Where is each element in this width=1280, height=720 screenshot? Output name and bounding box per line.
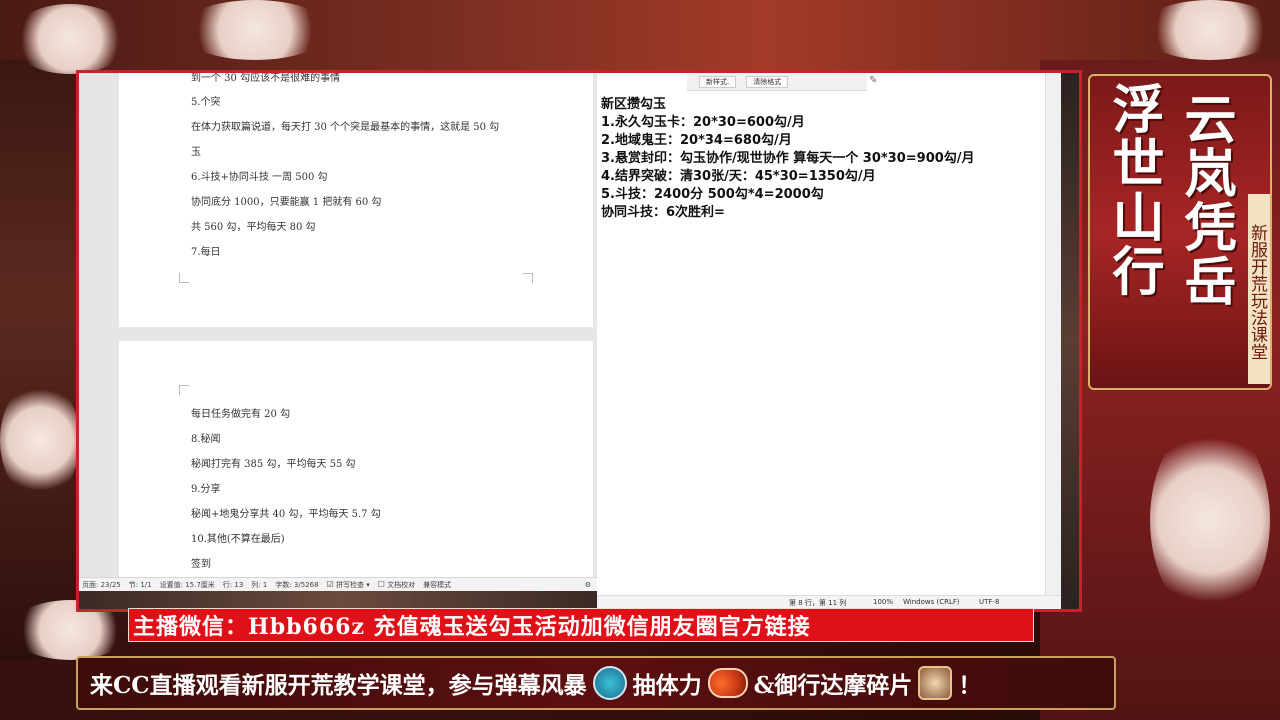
danmaku-storm-icon: [592, 666, 627, 700]
setting-indicator[interactable]: 设置值: 15.7厘米: [160, 580, 215, 590]
line-indicator[interactable]: 行: 13: [223, 580, 244, 590]
doc-line: 共 560 勾，平均每天 80 勾: [191, 222, 316, 233]
note-line: 2.地域鬼王：20*34=680勾/月: [601, 133, 792, 148]
game-ui-strip: [1061, 73, 1079, 609]
doc-line: 9.分享: [191, 484, 221, 495]
settings-gear-icon[interactable]: ⚙: [585, 581, 591, 589]
promo-text: 来CC直播观看新服开荒教学课堂，参与弹幕风暴: [90, 672, 587, 699]
doc-line: 10.其他(不算在最后): [191, 534, 285, 545]
blossom-decoration: [0, 380, 80, 500]
document-page[interactable]: 每日任务做完有 20 勾 8.秘闻 秘闻打完有 385 勾，平均每天 55 勾 …: [119, 341, 593, 577]
compat-mode-label: 兼容模式: [423, 580, 452, 589]
promo-text: &御行达摩碎片: [753, 672, 913, 699]
line-ending: Windows (CRLF): [903, 598, 960, 606]
doc-line: 秘闻+地鬼分享共 40 勾，平均每天 5.7 勾: [191, 509, 381, 520]
logo-title-left: 浮世山行: [1103, 82, 1164, 298]
daruma-icon: [918, 666, 953, 700]
doc-line: 到一个 30 勾应该不是很难的事情: [191, 73, 341, 84]
notepad-editor: 新样式. 清除格式 ✎ 新区攒勾玉 1.永久勾玉卡：20*30=600勾/月 2…: [597, 73, 1079, 609]
document-check-icon: ☐: [377, 579, 385, 589]
promo-text: ！: [958, 672, 982, 699]
doc-line: 每日任务做完有 20 勾: [191, 409, 291, 420]
logo-subtitle: 新服开荒玩法课堂: [1247, 194, 1270, 384]
spellcheck-button[interactable]: ☑ 拼写检查 ▾: [327, 580, 370, 590]
checkbox-icon: ☑: [326, 579, 334, 589]
spellcheck-label: 拼写检查: [335, 580, 364, 589]
document-status-bar: 页面: 23/25 节: 1/1 设置值: 15.7厘米 行: 13 列: 1 …: [79, 577, 597, 591]
cursor-position: 第 8 行，第 11 列: [789, 599, 847, 607]
document-editor: 到一个 30 勾应该不是很难的事情 5.个突 在体力获取篇说道，每天打 30 个…: [79, 73, 597, 609]
blossom-decoration: [10, 4, 130, 74]
margin-mark: [179, 273, 189, 283]
doc-line: 玉: [191, 147, 201, 158]
note-line: 新区攒勾玉: [601, 97, 667, 112]
doc-line: 5.个突: [191, 97, 221, 108]
zoom-level: 100%: [873, 598, 894, 606]
logo-title-right: 云岚凭岳: [1175, 92, 1236, 308]
doc-line: 8.秘闻: [191, 434, 221, 445]
sushi-icon: [707, 668, 748, 698]
section-indicator[interactable]: 节: 1/1: [129, 580, 152, 590]
notepad-text-area[interactable]: 新区攒勾玉 1.永久勾玉卡：20*30=600勾/月 2.地域鬼王：20*34=…: [597, 91, 1045, 595]
note-line: 3.悬赏封印：勾玉协作/现世协作 算每天一个 30*30=900勾/月: [601, 151, 975, 166]
encoding: UTF-8: [979, 598, 1000, 606]
blossom-decoration: [180, 0, 330, 60]
page-indicator[interactable]: 页面: 23/25: [82, 580, 121, 590]
doc-line: 秘闻打完有 385 勾，平均每天 55 勾: [191, 459, 356, 470]
notepad-status-bar: 第 8 行，第 11 列 100% Windows (CRLF) UTF-8: [597, 595, 1061, 609]
doc-line: 协同底分 1000，只要能赢 1 把就有 60 勾: [191, 197, 382, 208]
new-style-button[interactable]: 新样式.: [699, 75, 737, 88]
proof-label: 文档校对: [387, 580, 416, 589]
screen-capture-frame: 到一个 30 勾应该不是很难的事情 5.个突 在体力获取篇说道，每天打 30 个…: [76, 70, 1082, 612]
margin-mark: [523, 273, 533, 283]
promo-text: 抽体力: [632, 672, 702, 699]
background-left-art: [0, 60, 80, 660]
clear-format-button[interactable]: 清除格式: [746, 75, 789, 88]
doc-line: 签到: [191, 559, 211, 570]
word-count[interactable]: 字数: 3/5268: [275, 580, 318, 590]
vertical-scrollbar[interactable]: [1045, 73, 1061, 595]
style-ribbon: 新样式. 清除格式: [687, 73, 867, 91]
note-line: 4.结界突破：清30张/天：45*30=1350勾/月: [601, 169, 876, 184]
proof-button[interactable]: ☐ 文档校对: [378, 580, 415, 590]
wechat-banner-text: 主播微信：Hbb666z 充值魂玉送勾玉活动加微信朋友圈官方链接: [133, 614, 811, 640]
column-indicator[interactable]: 列: 1: [251, 580, 267, 590]
margin-mark: [179, 385, 189, 395]
game-ui-strip: [79, 591, 597, 609]
note-line: 5.斗技：2400分 500勾*4=2000勾: [601, 187, 824, 202]
bottom-promo-banner: 来CC直播观看新服开荒教学课堂，参与弹幕风暴 抽体力 &御行达摩碎片 ！: [76, 656, 1116, 710]
doc-line: 在体力获取篇说道，每天打 30 个个突是最基本的事情，这就是 50 勾: [191, 122, 500, 133]
pen-icon[interactable]: ✎: [869, 75, 877, 86]
doc-line: 7.每日: [191, 247, 221, 258]
document-page[interactable]: 到一个 30 勾应该不是很难的事情 5.个突 在体力获取篇说道，每天打 30 个…: [119, 73, 593, 327]
note-line: 1.永久勾玉卡：20*30=600勾/月: [601, 115, 805, 130]
event-logo: 浮世山行 云岚凭岳 新服开荒玩法课堂: [1088, 74, 1272, 390]
wechat-banner: 主播微信：Hbb666z 充值魂玉送勾玉活动加微信朋友圈官方链接: [128, 608, 1034, 642]
blossom-decoration: [1150, 420, 1270, 620]
blossom-decoration: [1140, 0, 1280, 60]
note-line: 协同斗技：6次胜利=: [601, 205, 725, 220]
doc-line: 6.斗技+协同斗技 一周 500 勾: [191, 172, 328, 183]
